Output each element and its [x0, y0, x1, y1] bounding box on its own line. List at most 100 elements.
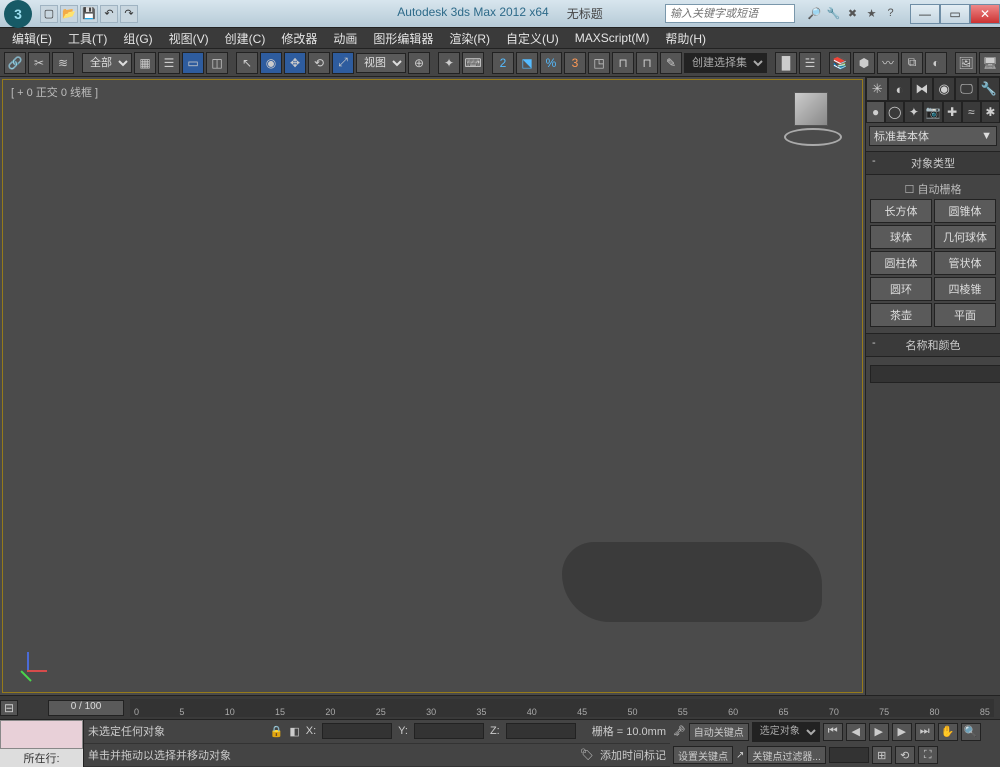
layer-manager-icon[interactable]: 📚	[829, 52, 851, 74]
menu-grapheditors[interactable]: 图形编辑器	[365, 30, 441, 47]
menu-views[interactable]: 视图(V)	[161, 30, 217, 47]
prev-frame-icon[interactable]: ◀	[846, 723, 866, 741]
plane-button[interactable]: 平面	[934, 303, 996, 327]
minimize-button[interactable]: —	[910, 4, 940, 24]
pyramid-button[interactable]: 四棱锥	[934, 277, 996, 301]
maximize-viewport-icon[interactable]: ⛶	[918, 746, 938, 764]
material-editor-icon[interactable]: ◐	[925, 52, 947, 74]
render-setup-icon[interactable]: 🖼	[955, 52, 977, 74]
graphite-icon[interactable]: ⬢	[853, 52, 875, 74]
viewcube-ring-icon[interactable]	[784, 128, 842, 146]
systems-subtab-icon[interactable]: ✱	[981, 101, 1000, 123]
hierarchy-tab-icon[interactable]: ⧓	[911, 77, 933, 101]
menu-group[interactable]: 组(G)	[115, 30, 160, 47]
select-paint-icon[interactable]: ◉	[260, 52, 282, 74]
viewcube[interactable]	[778, 90, 848, 150]
menu-rendering[interactable]: 渲染(R)	[441, 30, 498, 47]
unlink-icon[interactable]: ✂	[28, 52, 50, 74]
display-tab-icon[interactable]: 🖵	[955, 77, 977, 101]
app-menu-icon[interactable]: 3	[4, 0, 32, 28]
name-color-rollout[interactable]: 名称和颜色	[866, 333, 1000, 357]
next-frame-icon[interactable]: ▶	[892, 723, 912, 741]
key-icon[interactable]: 🔧	[826, 7, 841, 20]
snap-angle-icon[interactable]: ⬔	[516, 52, 538, 74]
undo-icon[interactable]: ↶	[100, 5, 118, 23]
lock-icon[interactable]: 🔒	[270, 725, 284, 738]
help-icon[interactable]: ?	[883, 7, 898, 20]
selected-object-dropdown[interactable]: 选定对象	[752, 722, 820, 742]
geometry-subtab-icon[interactable]: ●	[866, 101, 885, 123]
maxscript-listener[interactable]	[0, 720, 83, 749]
open-icon[interactable]: 📂	[60, 5, 78, 23]
goto-end-icon[interactable]: ⏭	[915, 723, 935, 741]
rendered-frame-icon[interactable]: 🖥	[979, 52, 1000, 74]
window-crossing-icon[interactable]: ◫	[206, 52, 228, 74]
pivot-icon[interactable]: ⊕	[408, 52, 430, 74]
pan-icon[interactable]: ✋	[938, 723, 958, 741]
select-rotate-icon[interactable]: ⟲	[308, 52, 330, 74]
save-icon[interactable]: 💾	[80, 5, 98, 23]
track-bar[interactable]: 0510 152025 303540 455055 606570 758085	[130, 699, 994, 717]
edged-faces-icon[interactable]: ◳	[588, 52, 610, 74]
timeline-config-icon[interactable]: ⊟	[0, 700, 18, 716]
create-tab-icon[interactable]: ✳	[866, 77, 888, 101]
select-icon[interactable]: ▦	[134, 52, 156, 74]
shapes-subtab-icon[interactable]: ◯	[885, 101, 904, 123]
menu-edit[interactable]: 编辑(E)	[4, 30, 60, 47]
ref-coord-system[interactable]: 视图	[356, 53, 406, 73]
maximize-button[interactable]: ▭	[940, 4, 970, 24]
current-frame-input[interactable]	[829, 747, 869, 763]
viewport[interactable]: [ + 0 正交 0 线框 ]	[2, 79, 863, 693]
add-time-tag[interactable]: 添加时间标记	[600, 747, 666, 763]
close-button[interactable]: ✕	[970, 4, 1000, 24]
mirror-icon[interactable]: ▐▌	[775, 52, 797, 74]
redo-icon[interactable]: ↷	[120, 5, 138, 23]
snap-percent-icon[interactable]: %	[540, 52, 562, 74]
tag-icon[interactable]: 🏷	[580, 748, 594, 761]
cameras-subtab-icon[interactable]: 📷	[923, 101, 942, 123]
menu-animation[interactable]: 动画	[325, 30, 365, 47]
edit-named-sel-icon[interactable]: ✎	[660, 52, 682, 74]
snap-2d-icon[interactable]: 2	[492, 52, 514, 74]
category-dropdown[interactable]: 标准基本体▼	[869, 126, 997, 146]
curve-editor-icon[interactable]: 〰	[877, 52, 899, 74]
modify-tab-icon[interactable]: ◐	[888, 77, 910, 101]
menu-modifiers[interactable]: 修改器	[273, 30, 325, 47]
named-selection-set[interactable]: 创建选择集	[684, 53, 767, 73]
motion-tab-icon[interactable]: ◉	[933, 77, 955, 101]
key-tangent-icon[interactable]: ↗	[736, 750, 744, 761]
keyfilters-button[interactable]: 关键点过滤器...	[747, 746, 825, 764]
select-rect-icon[interactable]: ▭	[182, 52, 204, 74]
autokey-button[interactable]: 自动关键点	[689, 723, 749, 741]
selection-filter[interactable]: 全部	[82, 53, 132, 73]
cone-button[interactable]: 圆锥体	[934, 199, 996, 223]
isolate-icon[interactable]: ◧	[289, 725, 299, 738]
z-coord-input[interactable]	[506, 723, 576, 739]
menu-help[interactable]: 帮助(H)	[657, 30, 714, 47]
align-icon[interactable]: ☱	[799, 52, 821, 74]
select-object-icon[interactable]: ↖	[236, 52, 258, 74]
schematic-icon[interactable]: ⧉	[901, 52, 923, 74]
y-coord-input[interactable]	[414, 723, 484, 739]
goto-start-icon[interactable]: ⏮	[823, 723, 843, 741]
spacewarps-subtab-icon[interactable]: ≈	[962, 101, 981, 123]
menu-customize[interactable]: 自定义(U)	[498, 30, 567, 47]
torus-button[interactable]: 圆环	[870, 277, 932, 301]
snap-toggle-icon[interactable]: ⊓	[612, 52, 634, 74]
select-move-icon[interactable]: ✥	[284, 52, 306, 74]
zoom-icon[interactable]: 🔍	[961, 723, 981, 741]
bind-icon[interactable]: ≋	[52, 52, 74, 74]
object-type-rollout[interactable]: 对象类型	[866, 151, 1000, 175]
lights-subtab-icon[interactable]: ✦	[904, 101, 923, 123]
sphere-button[interactable]: 球体	[870, 225, 932, 249]
tube-button[interactable]: 管状体	[934, 251, 996, 275]
orbit-icon[interactable]: ⟲	[895, 746, 915, 764]
link-icon[interactable]: 🔗	[4, 52, 26, 74]
helpers-subtab-icon[interactable]: ✚	[943, 101, 962, 123]
select-scale-icon[interactable]: ⤢	[332, 52, 354, 74]
setkey-button[interactable]: 设置关键点	[673, 746, 733, 764]
viewcube-cube-icon[interactable]	[794, 92, 828, 126]
search-input[interactable]	[665, 4, 795, 23]
time-slider[interactable]: 0 / 100	[48, 700, 124, 716]
keymode-icon[interactable]: 🗝	[673, 726, 686, 737]
